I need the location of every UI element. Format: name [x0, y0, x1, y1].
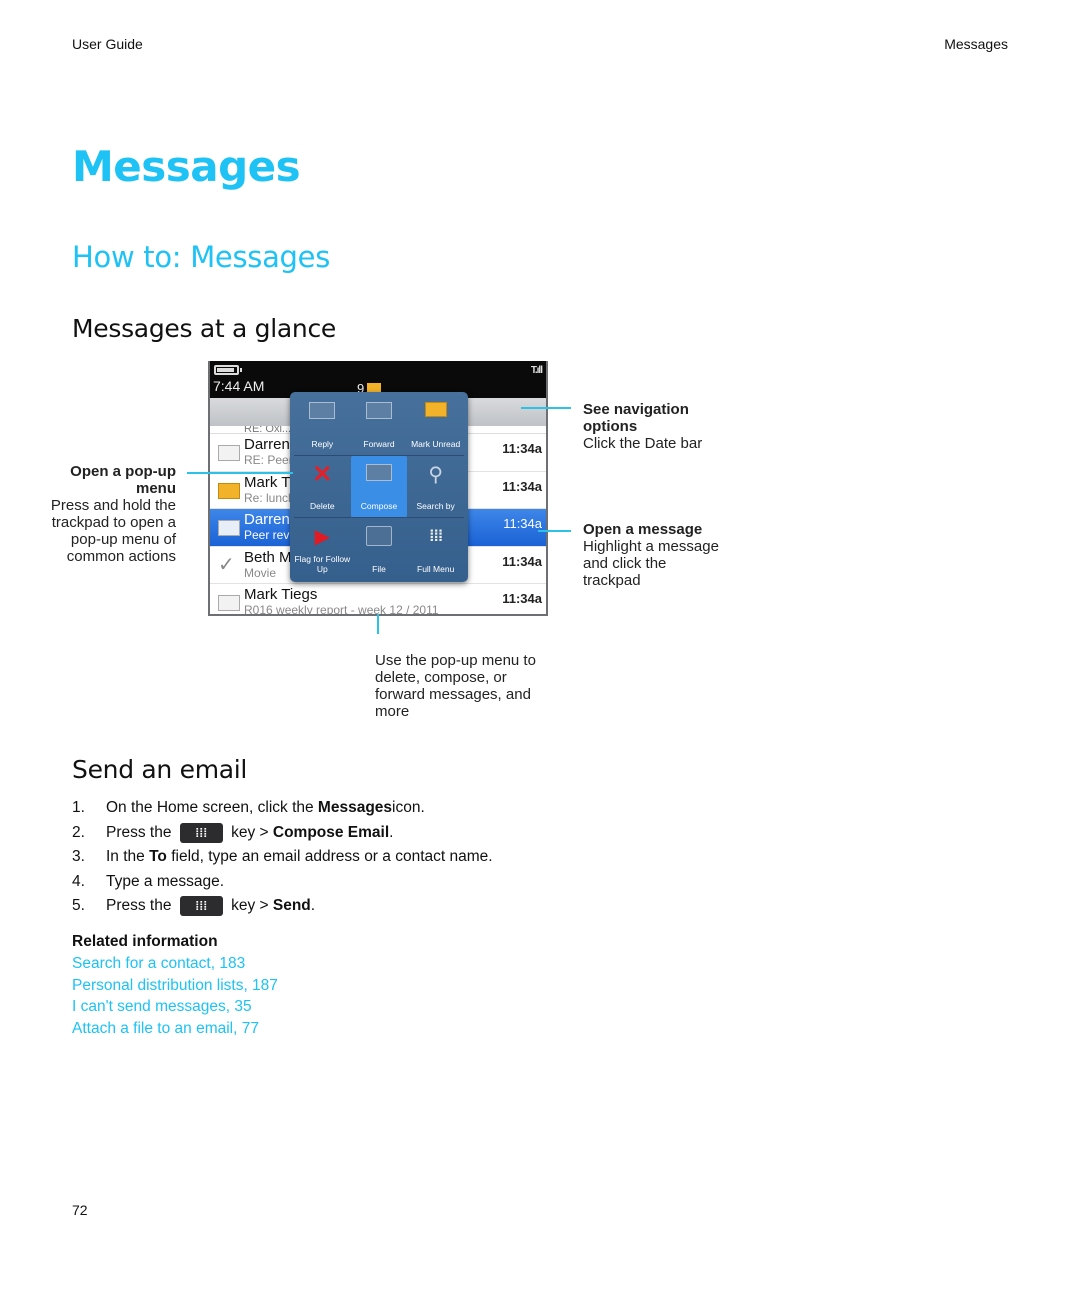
envelope-read-icon — [218, 595, 240, 611]
subject: R016 weekly report - week 12 / 2011 — [244, 603, 439, 616]
callout-navigation: See navigation options Click the Date ba… — [583, 401, 703, 452]
sender: Mark Tiegs — [244, 586, 318, 603]
time: 11:34a — [502, 478, 542, 494]
signal-icon: T.ıll — [530, 365, 543, 376]
callout-open-message: Open a message Highlight a message and c… — [583, 521, 719, 589]
folder-icon — [365, 526, 392, 546]
sender: Darren — [244, 436, 290, 453]
sender: Darren — [244, 511, 290, 528]
phone-screenshot: 7:44 AM 9 T.ıll RE: Oxi... LUD Ma... Dar… — [208, 361, 548, 616]
subject: RE: Peer — [244, 453, 293, 467]
section-heading: How to: Messages — [72, 240, 330, 274]
time: 11:34a — [502, 441, 542, 456]
sender: Beth M — [244, 548, 292, 566]
menu-item-file[interactable]: File — [351, 518, 408, 580]
menu-item-mark-unread[interactable]: Mark Unread — [407, 394, 464, 456]
subject: Movie — [244, 565, 277, 580]
callout-line-nav — [521, 407, 571, 409]
compose-icon — [365, 464, 392, 481]
related-title: Related information — [72, 933, 218, 950]
search-icon: ⚲ — [428, 464, 443, 486]
subject: Re: lunch — [244, 490, 295, 505]
callout-popup-usage: Use the pop-up menu to delete, compose, … — [375, 652, 536, 720]
step: 5. Press the ⁞⁞⁞ key > Send. — [72, 894, 493, 919]
checkmark-icon: ✓ — [218, 553, 235, 576]
header-doc-title: User Guide — [72, 36, 143, 52]
message-row[interactable]: Mark Tiegs R016 weekly report - week 12 … — [210, 584, 546, 616]
callout-line-left — [187, 472, 293, 474]
related-link[interactable]: Search for a contact, 183 — [72, 953, 278, 975]
menu-item-compose[interactable]: Compose — [350, 456, 408, 518]
blackberry-menu-key-icon: ⁞⁞⁞ — [179, 896, 223, 917]
delete-icon: ✕ — [312, 461, 333, 488]
envelope-unread-icon — [218, 482, 240, 499]
envelope-read-icon — [218, 445, 240, 461]
time: 11:34a — [503, 516, 542, 531]
callout-line-bottom — [377, 614, 379, 634]
menu-item-forward[interactable]: Forward — [350, 394, 408, 456]
mark-unread-icon — [424, 402, 447, 417]
subsection-heading-glance: Messages at a glance — [72, 314, 336, 343]
menu-item-reply[interactable]: Reply — [294, 394, 351, 456]
related-link[interactable]: Personal distribution lists, 187 — [72, 975, 278, 997]
step: 2. Press the ⁞⁞⁞ key > Compose Email. — [72, 821, 493, 846]
step: 4. Type a message. — [72, 872, 225, 890]
clock: 7:44 AM — [213, 378, 265, 394]
blackberry-icon: ⁞⁞⁞ — [429, 528, 443, 545]
step: 3. In the To field, type an email addres… — [72, 848, 493, 865]
blackberry-menu-key-icon: ⁞⁞⁞ — [179, 822, 223, 843]
menu-item-delete[interactable]: ✕ Delete — [294, 456, 351, 518]
subsection-heading-send: Send an email — [72, 755, 248, 784]
menu-item-flag[interactable]: ▶ Flag for Follow Up — [294, 518, 351, 580]
steps-list: 1. On the Home screen, click the Message… — [72, 796, 493, 919]
time: 11:34a — [502, 591, 542, 606]
related-link[interactable]: Attach a file to an email, 77 — [72, 1018, 278, 1040]
sender: Mark T — [244, 473, 291, 491]
page-number: 72 — [72, 1202, 88, 1218]
header-section-title: Messages — [944, 36, 1008, 52]
callout-open-popup: Open a pop-up menu Press and hold the tr… — [50, 463, 176, 565]
envelope-attachment-icon — [218, 520, 240, 536]
step: 1. On the Home screen, click the Message… — [72, 799, 425, 816]
related-information: Related information Search for a contact… — [72, 931, 278, 1040]
flag-icon: ▶ — [314, 526, 331, 548]
battery-icon — [214, 365, 239, 375]
reply-icon — [309, 402, 336, 419]
menu-item-search-by[interactable]: ⚲ Search by — [407, 456, 464, 518]
forward-icon — [365, 402, 392, 419]
menu-item-full-menu[interactable]: ⁞⁞⁞ Full Menu — [407, 518, 464, 580]
time: 11:34a — [502, 553, 542, 569]
callout-line-open — [538, 530, 571, 532]
page-title: Messages — [72, 142, 301, 191]
popup-menu: Reply Forward Mark Unread ✕ Delete Compo… — [290, 392, 468, 582]
related-link[interactable]: I can't send messages, 35 — [72, 996, 278, 1018]
